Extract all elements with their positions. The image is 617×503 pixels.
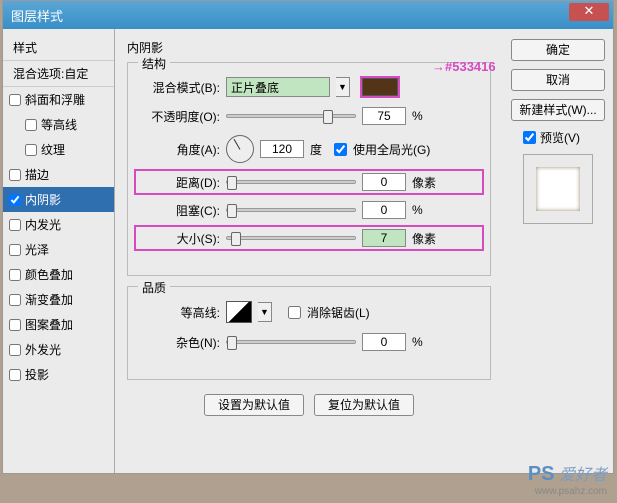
layer-style-dialog: 图层样式 ✕ 样式 混合选项:自定 斜面和浮雕等高线纹理描边内阴影内发光光泽颜色… <box>2 0 614 474</box>
quality-legend: 品质 <box>138 279 170 296</box>
sidebar-item-label: 斜面和浮雕 <box>25 91 85 108</box>
chevron-down-icon[interactable]: ▼ <box>258 302 272 322</box>
sidebar-item-label: 图案叠加 <box>25 316 73 333</box>
sidebar-checkbox[interactable] <box>25 119 37 131</box>
sidebar-item-label: 颜色叠加 <box>25 266 73 283</box>
distance-input[interactable]: 0 <box>362 173 406 191</box>
noise-label: 杂色(N): <box>140 334 220 351</box>
sidebar-item-label: 渐变叠加 <box>25 291 73 308</box>
sidebar-item-7[interactable]: 颜色叠加 <box>3 262 114 287</box>
sidebar-item-label: 内阴影 <box>25 191 61 208</box>
window-title: 图层样式 <box>11 6 63 25</box>
sidebar-item-6[interactable]: 光泽 <box>3 237 114 262</box>
sidebar-checkbox[interactable] <box>9 344 21 356</box>
sidebar-item-label: 投影 <box>25 366 49 383</box>
opacity-input[interactable]: 75 <box>362 107 406 125</box>
sidebar-checkbox[interactable] <box>9 169 21 181</box>
sidebar-item-4[interactable]: 内阴影 <box>3 187 114 212</box>
panel-title: 内阴影 <box>127 39 491 56</box>
size-slider[interactable] <box>226 236 356 240</box>
opacity-slider[interactable] <box>226 114 356 118</box>
sidebar-header-styles[interactable]: 样式 <box>3 35 114 61</box>
choke-slider[interactable] <box>226 208 356 212</box>
titlebar[interactable]: 图层样式 ✕ <box>3 1 613 29</box>
sidebar-item-5[interactable]: 内发光 <box>3 212 114 237</box>
blend-mode-label: 混合模式(B): <box>140 79 220 96</box>
sidebar-checkbox[interactable] <box>9 269 21 281</box>
distance-label: 距离(D): <box>140 174 220 191</box>
choke-input[interactable]: 0 <box>362 201 406 219</box>
sidebar-checkbox[interactable] <box>9 369 21 381</box>
shadow-color-swatch[interactable] <box>362 78 398 96</box>
angle-input[interactable]: 120 <box>260 140 304 158</box>
sidebar-checkbox[interactable] <box>9 319 21 331</box>
noise-input[interactable]: 0 <box>362 333 406 351</box>
preview-box <box>523 154 593 224</box>
sidebar-item-1[interactable]: 等高线 <box>3 112 114 137</box>
sidebar-checkbox[interactable] <box>9 194 21 206</box>
sidebar-item-label: 内发光 <box>25 216 61 233</box>
antialias-label: 消除锯齿(L) <box>307 304 370 321</box>
contour-swatch[interactable] <box>226 301 252 323</box>
sidebar-item-label: 外发光 <box>25 341 61 358</box>
opacity-unit: % <box>412 109 423 123</box>
choke-label: 阻塞(C): <box>140 202 220 219</box>
quality-fieldset: 品质 等高线: ▼ 消除锯齿(L) 杂色(N): 0 % <box>127 286 491 380</box>
sidebar-item-label: 描边 <box>25 166 49 183</box>
set-default-button[interactable]: 设置为默认值 <box>204 394 304 416</box>
sidebar-item-0[interactable]: 斜面和浮雕 <box>3 87 114 112</box>
blend-mode-select[interactable]: 正片叠底 <box>226 77 330 97</box>
size-label: 大小(S): <box>140 230 220 247</box>
noise-slider[interactable] <box>226 340 356 344</box>
sidebar-checkbox[interactable] <box>9 244 21 256</box>
new-style-button[interactable]: 新建样式(W)... <box>511 99 605 121</box>
color-annotation: →#533416 <box>432 59 496 74</box>
sidebar-checkbox[interactable] <box>9 219 21 231</box>
distance-unit: 像素 <box>412 174 436 191</box>
global-light-checkbox[interactable] <box>334 143 347 156</box>
reset-default-button[interactable]: 复位为默认值 <box>314 394 414 416</box>
chevron-down-icon[interactable]: ▼ <box>336 77 350 97</box>
ok-button[interactable]: 确定 <box>511 39 605 61</box>
sidebar-header-blend[interactable]: 混合选项:自定 <box>3 61 114 87</box>
angle-dial[interactable] <box>226 135 254 163</box>
sidebar-checkbox[interactable] <box>9 94 21 106</box>
sidebar-item-8[interactable]: 渐变叠加 <box>3 287 114 312</box>
angle-label: 角度(A): <box>140 141 220 158</box>
preview-label: 预览(V) <box>540 129 580 146</box>
styles-sidebar: 样式 混合选项:自定 斜面和浮雕等高线纹理描边内阴影内发光光泽颜色叠加渐变叠加图… <box>3 29 115 473</box>
right-column: 确定 取消 新建样式(W)... 预览(V) <box>503 29 613 473</box>
sidebar-item-10[interactable]: 外发光 <box>3 337 114 362</box>
structure-fieldset: 结构 混合模式(B): 正片叠底 ▼ →#533416 不透明度(O): 75 … <box>127 62 491 276</box>
contour-label: 等高线: <box>140 304 220 321</box>
structure-legend: 结构 <box>138 55 170 72</box>
preview-inner <box>536 167 580 211</box>
sidebar-item-11[interactable]: 投影 <box>3 362 114 387</box>
sidebar-item-label: 光泽 <box>25 241 49 258</box>
close-button[interactable]: ✕ <box>569 3 609 21</box>
sidebar-item-label: 纹理 <box>41 141 65 158</box>
global-light-label: 使用全局光(G) <box>353 141 430 158</box>
antialias-checkbox[interactable] <box>288 306 301 319</box>
cancel-button[interactable]: 取消 <box>511 69 605 91</box>
size-unit: 像素 <box>412 230 436 247</box>
sidebar-item-9[interactable]: 图案叠加 <box>3 312 114 337</box>
watermark: PS 爱好者 www.psahz.com <box>528 461 607 497</box>
angle-unit: 度 <box>310 141 322 158</box>
noise-unit: % <box>412 335 423 349</box>
opacity-label: 不透明度(O): <box>140 108 220 125</box>
sidebar-item-2[interactable]: 纹理 <box>3 137 114 162</box>
sidebar-checkbox[interactable] <box>9 294 21 306</box>
sidebar-checkbox[interactable] <box>25 144 37 156</box>
sidebar-item-label: 等高线 <box>41 116 77 133</box>
choke-unit: % <box>412 203 423 217</box>
size-input[interactable]: 7 <box>362 229 406 247</box>
sidebar-item-3[interactable]: 描边 <box>3 162 114 187</box>
preview-checkbox[interactable] <box>523 131 536 144</box>
distance-slider[interactable] <box>226 180 356 184</box>
main-panel: 内阴影 结构 混合模式(B): 正片叠底 ▼ →#533416 不透明度(O):… <box>115 29 503 473</box>
